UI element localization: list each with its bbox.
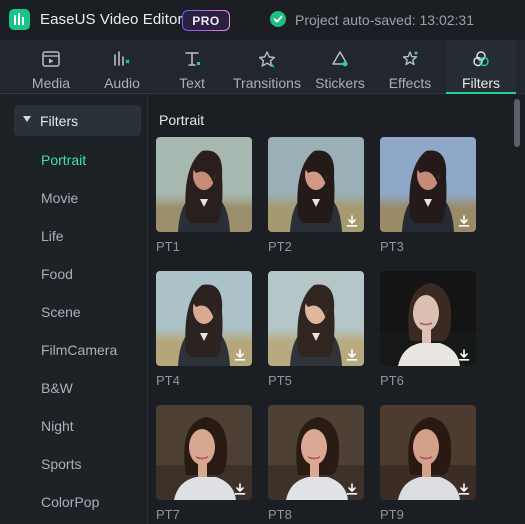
download-icon[interactable]: [346, 349, 358, 361]
tab-audio[interactable]: Audio: [88, 40, 156, 94]
sidebar-item-colorpop[interactable]: ColorPop: [41, 494, 99, 510]
tab-text[interactable]: Text: [156, 40, 228, 94]
app-logo-icon: [9, 9, 30, 30]
filter-label: PT3: [380, 239, 404, 254]
filter-thumbnail[interactable]: [380, 271, 476, 366]
text-icon: [180, 49, 204, 69]
tab-transitions[interactable]: Transitions: [228, 40, 306, 94]
sidebar-item-sports[interactable]: Sports: [41, 456, 81, 472]
transitions-icon: [255, 49, 279, 69]
tab-label: Stickers: [315, 75, 365, 91]
tab-label: Text: [179, 75, 205, 91]
section-title: Portrait: [159, 112, 205, 128]
effects-icon: [398, 49, 422, 69]
download-icon[interactable]: [458, 483, 470, 495]
download-icon[interactable]: [234, 349, 246, 361]
tab-label: Transitions: [233, 75, 301, 91]
tab-label: Media: [31, 75, 71, 91]
caret-down-icon: [23, 116, 31, 122]
filter-thumbnail[interactable]: [268, 271, 364, 366]
tab-bar: Media Audio Text Transitions Stickers Ef…: [0, 40, 525, 94]
download-icon[interactable]: [234, 483, 246, 495]
filter-thumbnail[interactable]: [156, 405, 252, 500]
filter-category-sidebar: Filters Portrait Movie Life Food Scene F…: [0, 95, 148, 524]
sidebar-item-food[interactable]: Food: [41, 266, 73, 282]
tab-label: Effects: [388, 75, 432, 91]
sidebar-item-night[interactable]: Night: [41, 418, 74, 434]
filter-label: PT8: [268, 507, 292, 522]
filter-thumbnail[interactable]: [380, 405, 476, 500]
filter-thumbnail[interactable]: [380, 137, 476, 232]
tab-label: Filters: [461, 75, 501, 91]
filter-thumbnail[interactable]: [268, 405, 364, 500]
download-icon[interactable]: [458, 215, 470, 227]
filters-header-label: Filters: [40, 113, 79, 129]
sidebar-item-movie[interactable]: Movie: [41, 190, 78, 206]
filter-thumbnail[interactable]: [156, 137, 252, 232]
filter-label: PT6: [380, 373, 404, 388]
stickers-icon: [328, 49, 352, 69]
sidebar-item-scene[interactable]: Scene: [41, 304, 81, 320]
tab-media[interactable]: Media: [14, 40, 88, 94]
filter-label: PT4: [156, 373, 180, 388]
filters-icon: [469, 49, 493, 69]
sidebar-item-portrait[interactable]: Portrait: [41, 152, 86, 168]
filters-category-header[interactable]: Filters: [14, 105, 141, 136]
filter-thumbnail[interactable]: [156, 271, 252, 366]
sidebar-item-filmcamera[interactable]: FilmCamera: [41, 342, 117, 358]
sidebar-item-life[interactable]: Life: [41, 228, 64, 244]
filter-label: PT5: [268, 373, 292, 388]
filter-label: PT9: [380, 507, 404, 522]
tab-stickers[interactable]: Stickers: [306, 40, 374, 94]
filter-thumbnail[interactable]: [268, 137, 364, 232]
pro-badge[interactable]: PRO: [182, 10, 230, 31]
sidebar-item-bw[interactable]: B&W: [41, 380, 73, 396]
tab-filters[interactable]: Filters: [446, 40, 516, 94]
autosave-status: Project auto-saved: 13:02:31: [295, 12, 475, 28]
tab-label: Audio: [104, 75, 140, 91]
app-title: EaseUS Video Editor: [40, 11, 183, 28]
media-icon: [39, 49, 63, 69]
pro-badge-label: PRO: [183, 11, 229, 30]
check-circle-icon: [270, 11, 286, 27]
tab-effects[interactable]: Effects: [374, 40, 446, 94]
download-icon[interactable]: [458, 349, 470, 361]
filter-label: PT1: [156, 239, 180, 254]
title-bar: EaseUS Video Editor PRO Project auto-sav…: [0, 0, 525, 40]
download-icon[interactable]: [346, 483, 358, 495]
filter-label: PT2: [268, 239, 292, 254]
filter-label: PT7: [156, 507, 180, 522]
scrollbar-thumb[interactable]: [514, 99, 520, 147]
download-icon[interactable]: [346, 215, 358, 227]
audio-icon: [110, 49, 134, 69]
